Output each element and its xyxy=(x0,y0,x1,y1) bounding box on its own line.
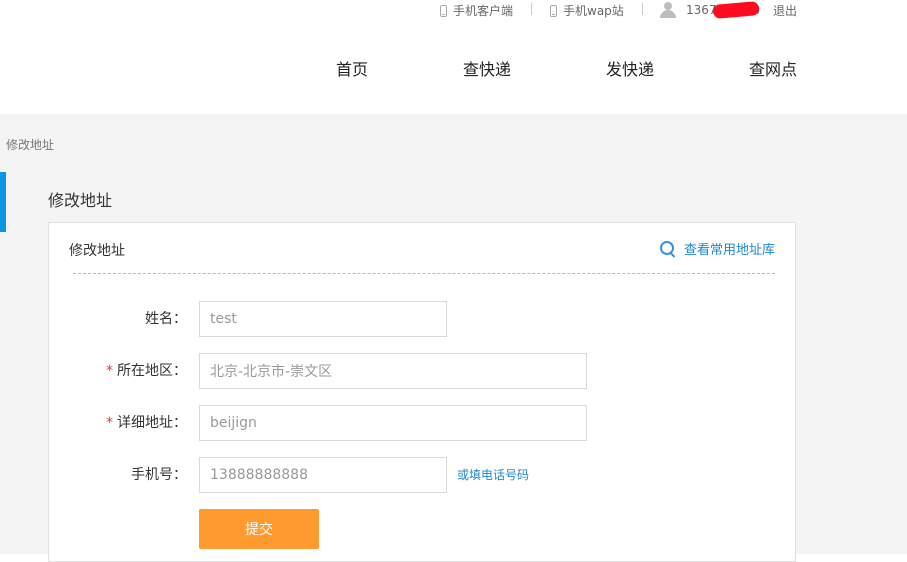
detail-row: * 详细地址： xyxy=(49,405,797,441)
top-utility-bar: 手机客户端 手机wap站 1367 0 退出 xyxy=(0,0,907,22)
nav-item-home[interactable]: 首页 xyxy=(336,56,368,80)
search-icon xyxy=(659,240,676,258)
detail-label: 详细地址： xyxy=(117,415,187,431)
dashed-divider xyxy=(73,273,775,274)
content-area: 修改地址 修改地址 修改地址 查看常用地址库 姓名： *所在地区： *详细地址：… xyxy=(0,114,907,562)
wap-site-label: 手机wap站 xyxy=(563,4,624,18)
user-phone-prefix: 1367 xyxy=(686,3,717,17)
region-row: * 所在地区： xyxy=(49,353,797,389)
phone-row: 手机号： 或填电话号码 xyxy=(49,457,797,493)
name-label: 姓名： xyxy=(145,311,187,327)
logout-link[interactable]: 退出 xyxy=(773,2,797,19)
region-label: 所在地区： xyxy=(117,363,187,379)
phone-label: 手机号： xyxy=(131,467,187,483)
required-mark: * xyxy=(106,415,113,431)
user-account[interactable]: 1367 0 xyxy=(660,1,760,19)
app-client-link[interactable]: 手机客户端 xyxy=(440,2,513,19)
sidebar-accent xyxy=(0,172,6,232)
region-label-wrap: * 所在地区： xyxy=(106,353,187,389)
nav-item-outlets[interactable]: 查网点 xyxy=(749,56,797,80)
main-nav: 首页 查快递 发快递 查网点 xyxy=(0,56,907,82)
divider xyxy=(642,3,643,15)
name-row: 姓名： xyxy=(49,301,797,337)
alt-phone-link[interactable]: 或填电话号码 xyxy=(457,457,529,493)
panel-title: 修改地址 xyxy=(69,243,125,259)
app-client-label: 手机客户端 xyxy=(453,4,514,18)
address-library-label: 查看常用地址库 xyxy=(683,243,775,258)
phone-icon xyxy=(550,4,557,17)
phone-icon xyxy=(440,4,447,17)
address-library-link[interactable]: 查看常用地址库 xyxy=(659,239,775,258)
submit-button[interactable]: 提交 xyxy=(199,509,319,549)
detail-address-input[interactable] xyxy=(199,405,587,441)
name-input[interactable] xyxy=(199,301,447,337)
detail-label-wrap: * 详细地址： xyxy=(106,405,187,441)
divider xyxy=(531,3,532,15)
region-select[interactable] xyxy=(199,353,587,389)
page-title: 修改地址 xyxy=(48,191,113,210)
breadcrumb: 修改地址 xyxy=(6,138,55,152)
nav-item-track[interactable]: 查快递 xyxy=(463,56,511,80)
phone-input[interactable] xyxy=(199,457,447,493)
nav-item-send[interactable]: 发快递 xyxy=(606,56,654,80)
edit-address-panel: 修改地址 查看常用地址库 姓名： *所在地区： *详细地址： 手机号： 或填电话… xyxy=(48,222,796,562)
wap-site-link[interactable]: 手机wap站 xyxy=(550,2,624,19)
user-icon xyxy=(660,2,676,18)
required-mark: * xyxy=(106,363,113,379)
